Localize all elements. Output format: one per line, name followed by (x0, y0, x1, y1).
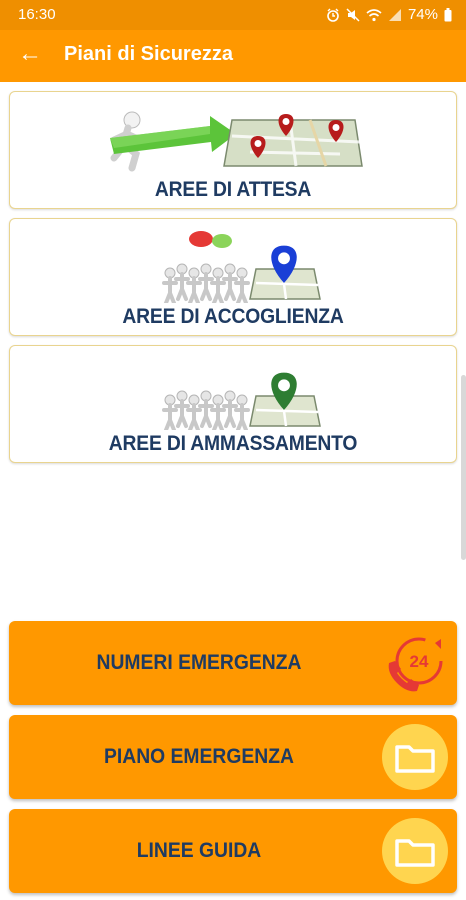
linee-guida-button[interactable]: LINEE GUIDA (9, 809, 457, 893)
crowd-icon (162, 390, 250, 430)
status-bar: 16:30 74% (0, 0, 466, 30)
person-body (222, 272, 238, 301)
status-time: 16:30 (18, 6, 56, 23)
numeri-emergenza-button[interactable]: NUMERI EMERGENZA 24 (9, 621, 457, 705)
folder-icon (382, 724, 448, 790)
person-body (222, 399, 238, 428)
person-body (162, 403, 178, 430)
person-body (198, 399, 214, 428)
person-body (186, 403, 202, 430)
battery-percent: 74% (407, 6, 438, 23)
person-body (234, 276, 250, 303)
card-aree-di-ammassamento[interactable]: AREE DI AMMASSAMENTO (9, 345, 457, 463)
mute-icon (346, 7, 360, 22)
pin-hole (254, 140, 262, 147)
card-aree-di-accoglienza[interactable]: AREE DI ACCOGLIENZA (9, 218, 457, 336)
gathering-area-illustration (162, 372, 321, 430)
reception-area-illustration (162, 231, 321, 303)
phone-24h-label: 24 (410, 652, 429, 671)
person-body (174, 272, 190, 301)
app-bar: ← Piani di Sicurezza (0, 30, 466, 82)
phone-24h-icon: 24 (388, 637, 443, 692)
wifi-icon (366, 8, 382, 21)
pin-hole (278, 252, 290, 265)
waiting-area-illustration (110, 111, 363, 172)
speech-bubbles-icon (189, 231, 232, 248)
page-title: Piani di Sicurezza (64, 43, 233, 65)
pin-hole (332, 124, 340, 131)
signal-icon (388, 8, 401, 21)
card-label: AREE DI ATTESA (154, 178, 312, 201)
status-icons: 74% (326, 6, 452, 23)
person-body (234, 403, 250, 430)
person-body (162, 276, 178, 303)
scroll-indicator (461, 375, 466, 560)
card-aree-di-attesa[interactable]: AREE DI ATTESA (9, 91, 457, 209)
back-arrow-icon[interactable]: ← (18, 40, 42, 68)
button-label: PIANO EMERGENZA (103, 745, 294, 768)
person-body (198, 272, 214, 301)
piano-emergenza-button[interactable]: PIANO EMERGENZA (9, 715, 457, 799)
battery-icon (444, 7, 452, 21)
person-body (210, 276, 226, 303)
person-body (174, 399, 190, 428)
pin-hole (278, 379, 290, 392)
card-label: AREE DI ACCOGLIENZA (122, 305, 344, 328)
pin-hole (282, 118, 290, 125)
crowd-icon (162, 263, 250, 303)
alarm-icon (327, 8, 339, 22)
person-body (186, 276, 202, 303)
card-label: AREE DI AMMASSAMENTO (108, 432, 358, 455)
person-body (210, 403, 226, 430)
folder-icon (382, 818, 448, 884)
button-label: LINEE GUIDA (136, 839, 262, 862)
button-label: NUMERI EMERGENZA (96, 651, 302, 674)
